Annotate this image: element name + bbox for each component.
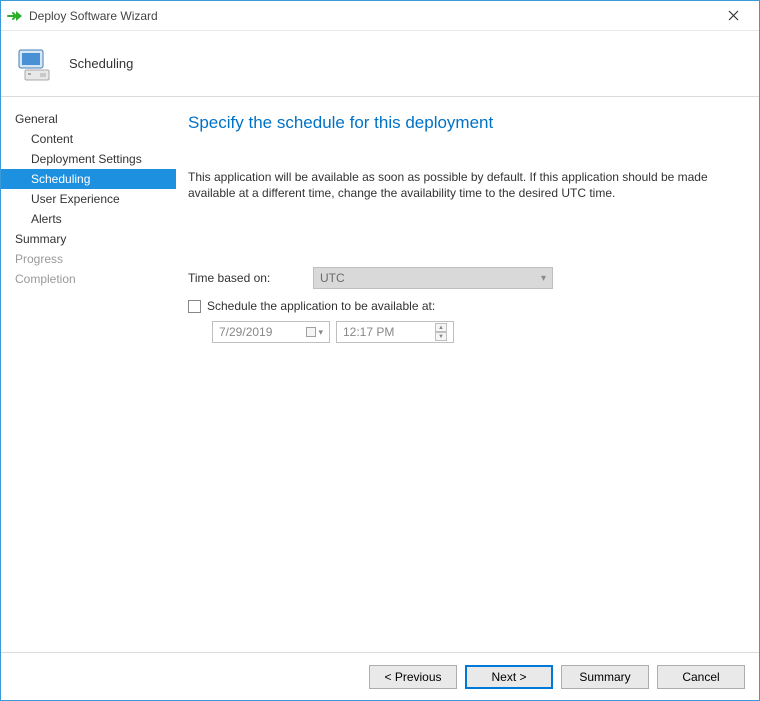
time-based-label: Time based on:	[188, 271, 313, 285]
date-controls: ▾	[306, 327, 323, 338]
content-pane: Specify the schedule for this deployment…	[176, 97, 759, 652]
summary-button[interactable]: Summary	[561, 665, 649, 689]
datetime-row: 7/29/2019 ▾ 12:17 PM ▲ ▼	[212, 321, 737, 343]
sidebar-nav: General Content Deployment Settings Sche…	[1, 97, 176, 652]
sidebar-item-deployment-settings[interactable]: Deployment Settings	[1, 149, 176, 169]
date-input: 7/29/2019 ▾	[212, 321, 330, 343]
spinner-up-icon: ▲	[435, 323, 447, 332]
sidebar-item-scheduling[interactable]: Scheduling	[1, 169, 176, 189]
sidebar-item-alerts[interactable]: Alerts	[1, 209, 176, 229]
wizard-body: General Content Deployment Settings Sche…	[1, 97, 759, 652]
previous-button[interactable]: < Previous	[369, 665, 457, 689]
sidebar-item-progress: Progress	[1, 249, 176, 269]
time-value: 12:17 PM	[343, 325, 394, 339]
close-button[interactable]	[713, 2, 753, 30]
time-based-row: Time based on: UTC ▾	[188, 267, 737, 289]
schedule-checkbox[interactable]	[188, 300, 201, 313]
page-description: This application will be available as so…	[188, 169, 737, 201]
schedule-checkbox-label: Schedule the application to be available…	[207, 299, 435, 313]
computer-icon	[15, 44, 55, 84]
spinner-down-icon: ▼	[435, 332, 447, 341]
next-button[interactable]: Next >	[465, 665, 553, 689]
page-title: Specify the schedule for this deployment	[188, 113, 737, 133]
cancel-button[interactable]: Cancel	[657, 665, 745, 689]
wizard-footer: < Previous Next > Summary Cancel	[1, 652, 759, 700]
sidebar-item-user-experience[interactable]: User Experience	[1, 189, 176, 209]
sidebar-item-completion: Completion	[1, 269, 176, 289]
date-picker-icon	[306, 327, 316, 337]
chevron-down-icon: ▾	[541, 273, 546, 284]
header-step-name: Scheduling	[69, 56, 133, 71]
app-arrow-icon	[7, 8, 23, 24]
sidebar-item-summary[interactable]: Summary	[1, 229, 176, 249]
close-icon	[728, 10, 739, 21]
wizard-header: Scheduling	[1, 31, 759, 97]
sidebar-item-general[interactable]: General	[1, 109, 176, 129]
time-based-value: UTC	[320, 271, 345, 285]
sidebar-item-content[interactable]: Content	[1, 129, 176, 149]
date-value: 7/29/2019	[219, 325, 272, 339]
chevron-down-icon: ▾	[318, 327, 323, 338]
window-title: Deploy Software Wizard	[29, 9, 713, 23]
wizard-window: Deploy Software Wizard Scheduling Genera…	[0, 0, 760, 701]
titlebar: Deploy Software Wizard	[1, 1, 759, 31]
schedule-checkbox-row: Schedule the application to be available…	[188, 299, 737, 313]
time-input: 12:17 PM ▲ ▼	[336, 321, 454, 343]
time-spinner: ▲ ▼	[435, 323, 447, 341]
time-based-select: UTC ▾	[313, 267, 553, 289]
